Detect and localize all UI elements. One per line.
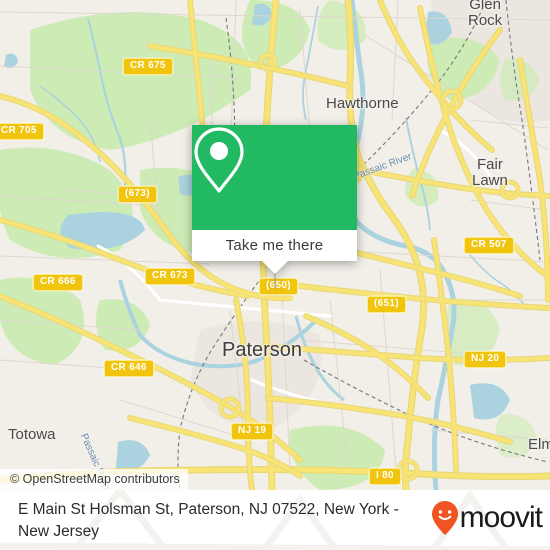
take-me-there-button[interactable]: Take me there: [192, 230, 357, 261]
map-pin-icon: [194, 127, 244, 193]
osm-attribution[interactable]: © OpenStreetMap contributors: [0, 469, 188, 490]
location-popup[interactable]: Take me there: [192, 125, 357, 289]
screenshot-root: .park{fill:#cdebb4;} .park2{fill:#d9e8c4…: [0, 0, 550, 550]
take-me-there-label: Take me there: [225, 237, 324, 254]
moovit-wordmark: moovit: [459, 501, 543, 534]
popup-header: [192, 125, 357, 230]
map-canvas[interactable]: .park{fill:#cdebb4;} .park2{fill:#d9e8c4…: [0, 0, 550, 490]
moovit-pin-icon: [431, 501, 458, 535]
address-text: E Main St Holsman St, Paterson, NJ 07522…: [18, 501, 399, 540]
popup-leader-line: [274, 273, 275, 289]
moovit-logo[interactable]: moovit: [431, 501, 543, 535]
bottom-info-bar: E Main St Holsman St, Paterson, NJ 07522…: [0, 490, 550, 550]
